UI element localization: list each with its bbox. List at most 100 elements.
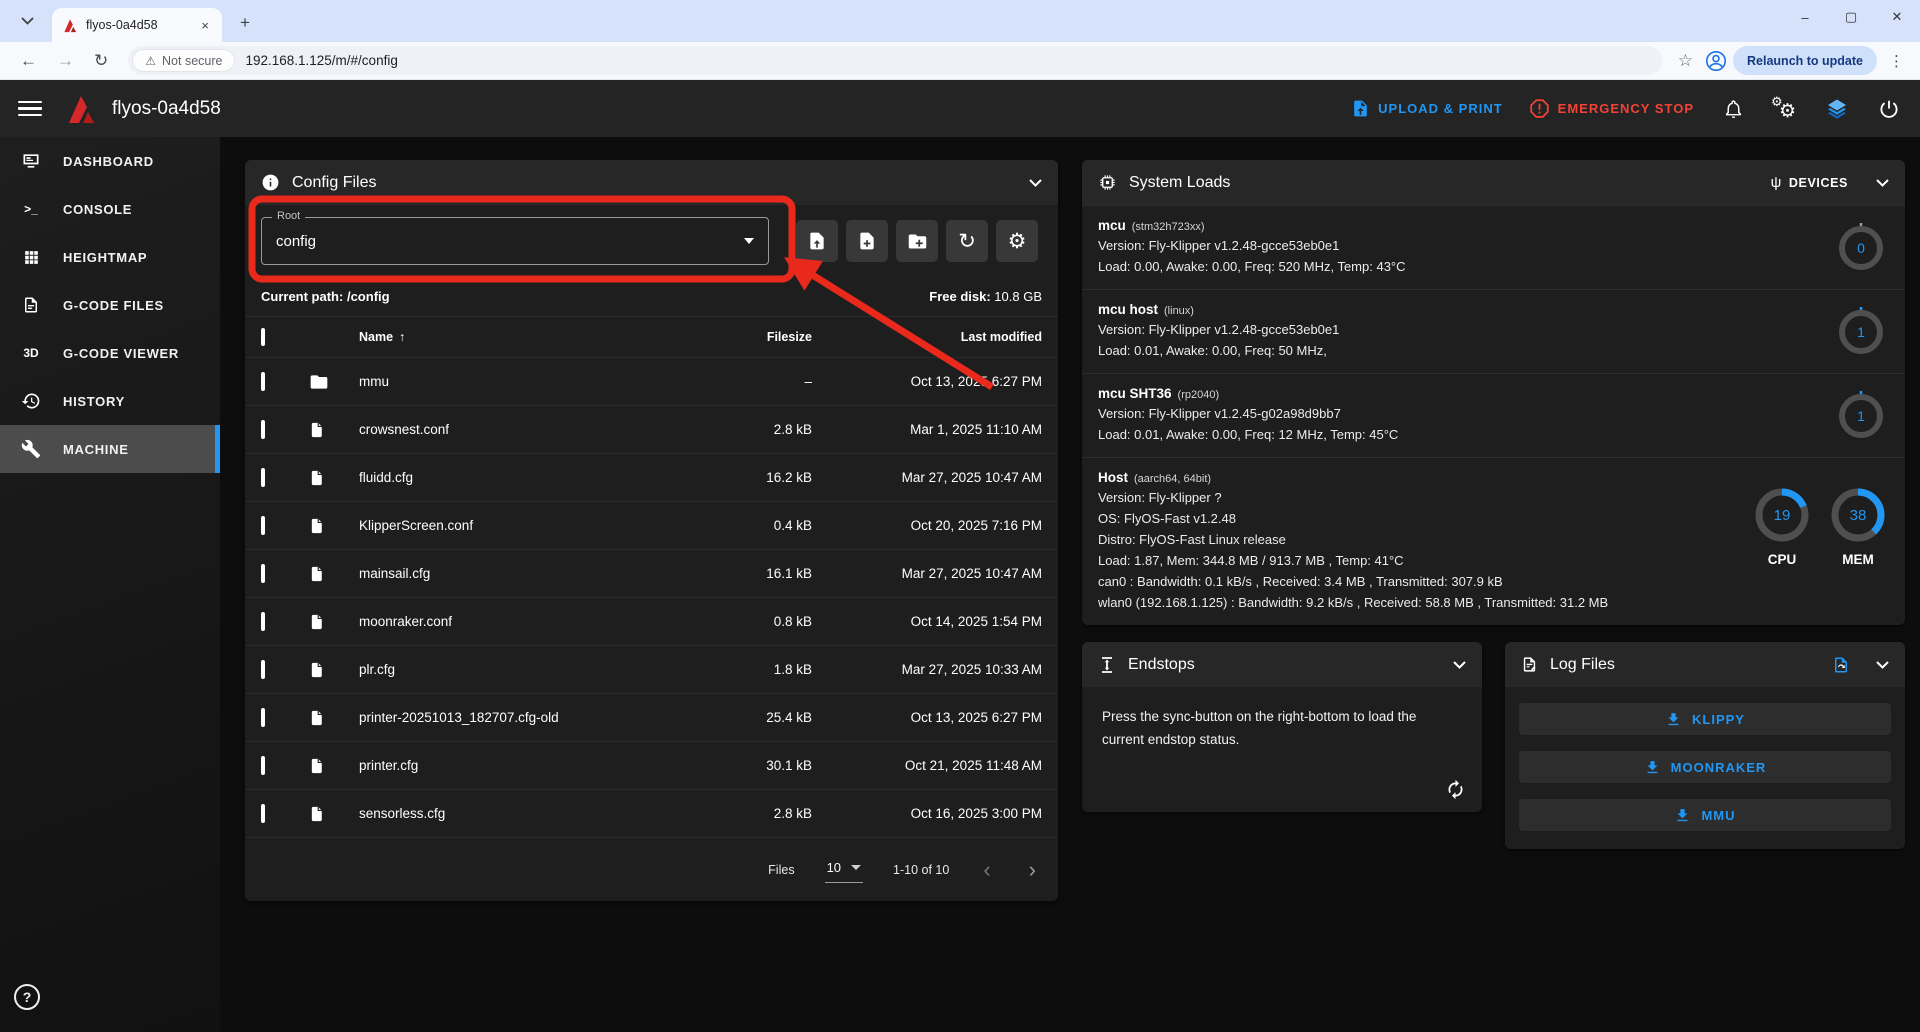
table-row[interactable]: fluidd.cfg 16.2 kB Mar 27, 2025 10:47 AM <box>245 453 1058 501</box>
settings-gear-button[interactable]: ⚙ <box>996 220 1038 262</box>
cpu-label: CPU <box>1753 552 1811 567</box>
row-checkbox[interactable] <box>261 708 265 727</box>
sidebar-item-dashboard[interactable]: DASHBOARD <box>0 137 220 185</box>
reload-button[interactable]: ↻ <box>84 51 118 71</box>
create-file-button[interactable] <box>846 220 888 262</box>
sidebar-item-console[interactable]: >_ CONSOLE <box>0 185 220 233</box>
table-row[interactable]: plr.cfg 1.8 kB Mar 27, 2025 10:33 AM <box>245 645 1058 693</box>
devices-button[interactable]: ψ DEVICES <box>1771 174 1848 191</box>
file-modified: Oct 14, 2025 1:54 PM <box>812 614 1042 629</box>
sync-button[interactable] <box>1445 779 1466 800</box>
select-all-checkbox[interactable] <box>261 328 265 346</box>
table-row[interactable]: mmu – Oct 13, 2025 6:27 PM <box>245 357 1058 405</box>
settings-gears-icon[interactable]: ⚙⚙ <box>1772 97 1798 121</box>
browser-menu-icon[interactable]: ⋮ <box>1883 52 1910 70</box>
collapse-chevron-icon[interactable] <box>1876 661 1889 669</box>
tab-close-button[interactable]: × <box>196 16 214 35</box>
create-folder-button[interactable] <box>896 220 938 262</box>
upload-and-print-button[interactable]: UPLOAD & PRINT <box>1351 98 1503 119</box>
file-name: printer.cfg <box>359 758 662 773</box>
device-gauge: 0 <box>1835 222 1887 274</box>
collapse-chevron-icon[interactable] <box>1453 661 1466 669</box>
bookmark-star-icon[interactable]: ☆ <box>1672 51 1699 71</box>
column-last-modified[interactable]: Last modified <box>812 330 1042 344</box>
panel-title: System Loads <box>1129 174 1230 192</box>
next-page-button[interactable]: › <box>1025 859 1040 881</box>
table-row[interactable]: printer-20251013_182707.cfg-old 25.4 kB … <box>245 693 1058 741</box>
sidebar-item-machine[interactable]: MACHINE <box>0 425 220 473</box>
terminal-icon: >_ <box>18 202 44 216</box>
sidebar-item-gcode-files[interactable]: G-CODE FILES <box>0 281 220 329</box>
sidebar-item-heightmap[interactable]: HEIGHTMAP <box>0 233 220 281</box>
tab-search-button[interactable] <box>10 4 44 38</box>
back-button[interactable]: ← <box>10 51 47 71</box>
row-checkbox[interactable] <box>261 804 265 823</box>
window-controls: – ▢ ✕ <box>1782 0 1920 34</box>
column-filesize[interactable]: Filesize <box>662 330 812 344</box>
notifications-bell-icon[interactable] <box>1720 98 1746 120</box>
file-name: mmu <box>359 374 662 389</box>
download-klippy-log-button[interactable]: KLIPPY <box>1519 703 1891 735</box>
download-icon <box>1665 711 1682 728</box>
refresh-logs-button[interactable] <box>1832 655 1850 675</box>
security-label: Not secure <box>162 54 222 68</box>
chevron-down-icon <box>21 17 34 25</box>
3d-icon: 3D <box>18 346 44 360</box>
file-size: 16.2 kB <box>662 470 812 485</box>
refresh-button[interactable]: ↻ <box>946 220 988 262</box>
download-mmu-log-button[interactable]: MMU <box>1519 799 1891 831</box>
window-maximize-button[interactable]: ▢ <box>1828 0 1874 34</box>
collapse-chevron-icon[interactable] <box>1876 179 1889 187</box>
window-close-button[interactable]: ✕ <box>1874 0 1920 34</box>
row-checkbox[interactable] <box>261 420 265 439</box>
sidebar-item-history[interactable]: HISTORY <box>0 377 220 425</box>
forward-button[interactable]: → <box>47 51 84 71</box>
pagination-range: 1-10 of 10 <box>893 863 949 877</box>
menu-hamburger-icon[interactable] <box>18 101 42 117</box>
row-checkbox[interactable] <box>261 612 265 631</box>
table-row[interactable]: moonraker.conf 0.8 kB Oct 14, 2025 1:54 … <box>245 597 1058 645</box>
not-secure-chip[interactable]: ⚠ Not secure <box>132 49 235 72</box>
root-select[interactable]: Root config <box>261 217 769 265</box>
theme-layers-icon[interactable] <box>1824 97 1850 121</box>
file-icon <box>309 564 359 584</box>
endstops-message: Press the sync-button on the right-botto… <box>1082 687 1482 751</box>
info-icon <box>261 173 280 192</box>
help-button[interactable]: ? <box>14 984 40 1010</box>
download-moonraker-log-button[interactable]: MOONRAKER <box>1519 751 1891 783</box>
config-files-panel: Config Files Root config <box>245 160 1058 901</box>
file-upload-icon <box>807 231 827 251</box>
relaunch-to-update-button[interactable]: Relaunch to update <box>1733 46 1877 75</box>
row-checkbox[interactable] <box>261 756 265 775</box>
collapse-chevron-icon[interactable] <box>1029 179 1042 187</box>
upload-file-button[interactable] <box>796 220 838 262</box>
window-minimize-button[interactable]: – <box>1782 0 1828 34</box>
row-checkbox[interactable] <box>261 660 265 679</box>
column-name[interactable]: Name↑ <box>359 330 662 344</box>
emergency-stop-button[interactable]: EMERGENCY STOP <box>1529 98 1694 119</box>
download-icon <box>1674 807 1691 824</box>
row-checkbox[interactable] <box>261 372 265 391</box>
file-size: – <box>662 374 812 389</box>
table-row[interactable]: KlipperScreen.conf 0.4 kB Oct 20, 2025 7… <box>245 501 1058 549</box>
files-per-page-select[interactable]: 10 <box>825 856 863 883</box>
root-select-value: config <box>276 233 316 250</box>
row-checkbox[interactable] <box>261 564 265 583</box>
current-path: Current path: /config <box>261 289 390 304</box>
power-icon[interactable] <box>1876 98 1902 120</box>
table-row[interactable]: mainsail.cfg 16.1 kB Mar 27, 2025 10:47 … <box>245 549 1058 597</box>
row-checkbox[interactable] <box>261 468 265 487</box>
browser-tab[interactable]: flyos-0a4d58 × <box>52 8 222 42</box>
profile-icon[interactable] <box>1705 50 1727 72</box>
file-icon <box>309 612 359 632</box>
system-loads-header: System Loads ψ DEVICES <box>1082 160 1905 205</box>
new-tab-button[interactable]: + <box>232 13 258 33</box>
sidebar-item-gcode-viewer[interactable]: 3D G-CODE VIEWER <box>0 329 220 377</box>
row-checkbox[interactable] <box>261 516 265 535</box>
table-row[interactable]: crowsnest.conf 2.8 kB Mar 1, 2025 11:10 … <box>245 405 1058 453</box>
address-bar[interactable]: ⚠ Not secure 192.168.1.125/m/#/config <box>128 46 1662 75</box>
previous-page-button[interactable]: ‹ <box>979 859 994 881</box>
table-row[interactable]: printer.cfg 30.1 kB Oct 21, 2025 11:48 A… <box>245 741 1058 789</box>
table-row[interactable]: sensorless.cfg 2.8 kB Oct 16, 2025 3:00 … <box>245 789 1058 837</box>
device-gauge: 1 <box>1835 306 1887 358</box>
